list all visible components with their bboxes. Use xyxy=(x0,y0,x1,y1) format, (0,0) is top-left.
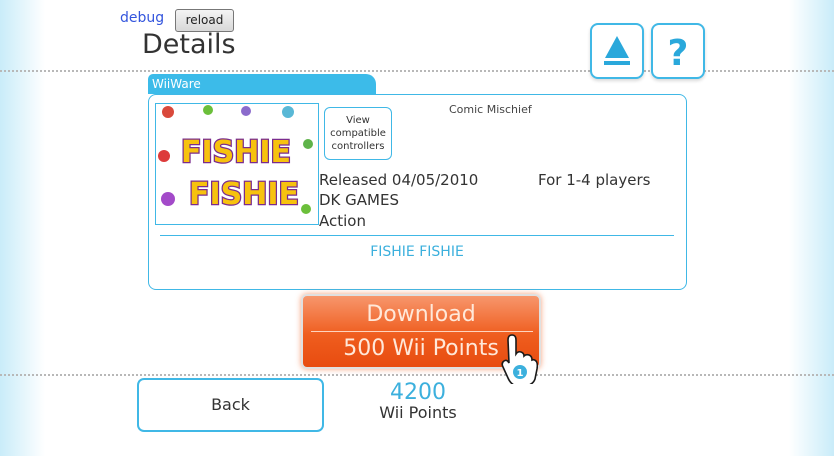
game-thumbnail: FISHIE FISHIE xyxy=(155,103,319,225)
svg-text:FISHIE: FISHIE xyxy=(181,135,291,170)
release-date: Released 04/05/2010 xyxy=(319,171,479,189)
hand-pointer-icon: 1 xyxy=(501,334,538,384)
points-unit-label: Wii Points xyxy=(379,403,457,422)
top-dotted-divider xyxy=(0,70,834,72)
category-tab: WiiWare xyxy=(148,74,376,94)
download-divider xyxy=(311,331,533,332)
scroll-up-button[interactable] xyxy=(590,23,644,79)
eject-up-arrow-icon xyxy=(604,36,630,65)
points-balance: 4200 xyxy=(390,380,446,405)
back-button[interactable]: Back xyxy=(137,378,324,432)
bottom-dotted-divider xyxy=(0,374,834,376)
download-label: Download xyxy=(366,302,476,327)
svg-text:FISHIE: FISHIE xyxy=(189,177,299,212)
game-logo-image: FISHIE FISHIE xyxy=(158,105,313,214)
left-edge-decoration xyxy=(0,0,45,456)
player-count: For 1-4 players xyxy=(538,171,651,189)
page-title: Details xyxy=(142,29,236,60)
card-divider xyxy=(160,235,674,236)
right-edge-decoration xyxy=(789,0,834,456)
publisher: DK GAMES xyxy=(319,191,399,209)
view-compatible-controllers-button[interactable]: View compatible controllers xyxy=(324,107,392,160)
genre: Action xyxy=(319,212,366,230)
svg-text:?: ? xyxy=(668,33,689,74)
game-name: FISHIE FISHIE xyxy=(370,244,464,260)
cursor-player-number: 1 xyxy=(517,368,524,379)
help-button[interactable]: ? xyxy=(651,23,705,79)
question-mark-icon: ? xyxy=(668,33,689,74)
rating-descriptor: Comic Mischief xyxy=(449,103,532,116)
debug-link[interactable]: debug xyxy=(120,10,164,26)
